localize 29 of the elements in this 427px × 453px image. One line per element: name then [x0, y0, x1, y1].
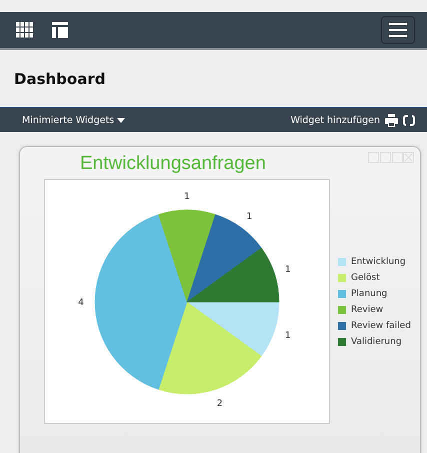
data-label: 4 — [78, 298, 84, 308]
legend-swatch — [338, 306, 346, 314]
minimized-widgets-dropdown[interactable]: Minimierte Widgets — [22, 114, 126, 126]
legend-swatch — [338, 338, 346, 346]
refresh-icon[interactable] — [403, 114, 415, 126]
legend-label: Gelöst — [351, 272, 380, 282]
legend-label: Review failed — [351, 320, 411, 330]
caret-icon — [117, 118, 126, 122]
menu-icon — [389, 23, 407, 37]
grid-icon[interactable] — [16, 22, 34, 38]
data-label: 2 — [216, 398, 223, 409]
legend-label: Planung — [351, 288, 388, 298]
print-icon[interactable] — [385, 114, 398, 126]
layout-icon[interactable] — [52, 22, 68, 38]
legend-swatch — [338, 274, 346, 282]
legend-label: Entwicklung — [351, 256, 406, 266]
data-label: 1 — [284, 330, 291, 341]
add-widget-link[interactable]: Widget hinzufügen — [290, 114, 380, 126]
menu-button[interactable] — [381, 16, 415, 44]
legend-swatch — [338, 290, 346, 298]
widget-title: Entwicklungsanfragen — [80, 153, 266, 176]
legend-label: Validierung — [351, 336, 402, 346]
data-label: 1 — [184, 192, 190, 202]
data-label: 1 — [246, 212, 252, 222]
data-label: 1 — [284, 265, 291, 276]
page-title: Dashboard — [14, 70, 106, 88]
legend-label: Review — [351, 304, 384, 314]
legend-swatch — [338, 322, 346, 330]
legend-swatch — [338, 258, 346, 266]
